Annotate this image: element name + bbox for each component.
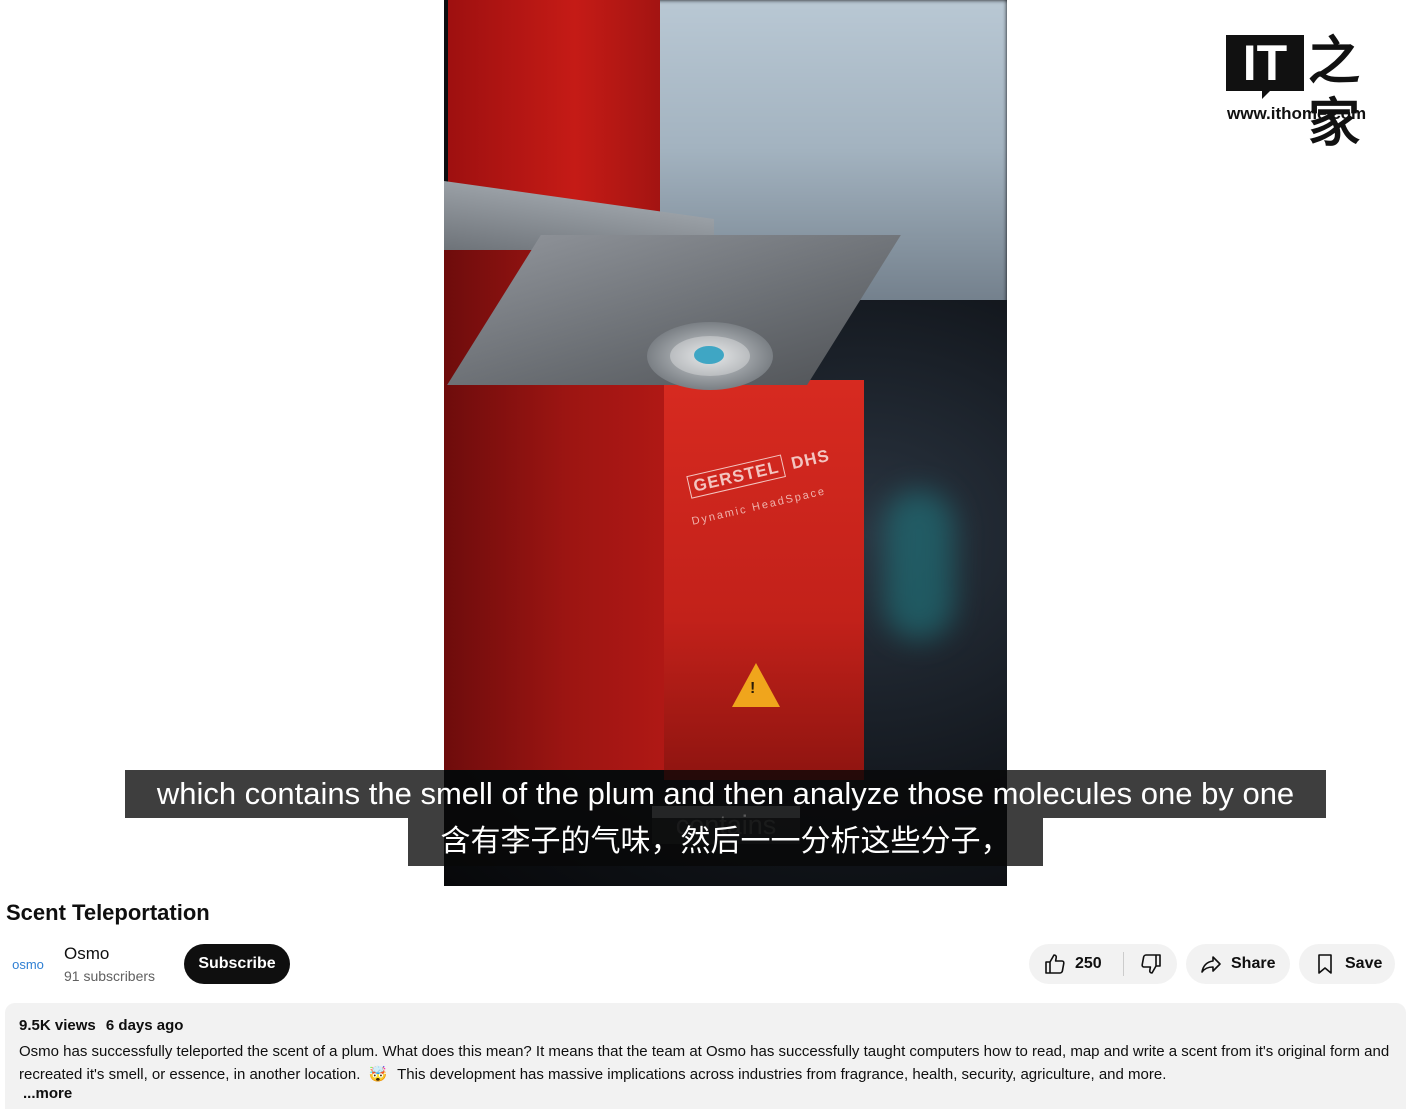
sample-port-dot [694,346,724,364]
description-meta: 9.5K views 6 days ago [19,1017,183,1034]
bookmark-icon [1318,954,1332,974]
video-player[interactable]: GERSTEL DHS Dynamic HeadSpace ! [444,0,1007,886]
like-count: 250 [1075,955,1102,972]
watermark-logo: IT [1226,35,1304,91]
save-button[interactable]: Save [1299,944,1395,984]
share-arrow-icon [1201,956,1221,973]
video-title: Scent Teleportation [6,900,210,925]
upload-age: 6 days ago [105,1017,184,1034]
device-body-front [664,380,864,780]
description-text: Osmo has successfully teleported the sce… [19,1040,1404,1086]
like-dislike-group: 250 [1029,944,1177,984]
share-button[interactable]: Share [1186,944,1290,984]
watermark-logo-tail [1262,91,1270,99]
channel-avatar[interactable]: osmo [8,945,48,985]
show-more-link[interactable]: ...more [23,1085,72,1102]
description-box[interactable]: 9.5K views 6 days ago Osmo has successfu… [5,1003,1406,1109]
view-count: 9.5K views [19,1017,96,1034]
channel-subscriber-count: 91 subscribers [64,968,156,984]
share-label: Share [1231,955,1276,972]
subscribe-button[interactable]: Subscribe [184,944,290,984]
channel-name[interactable]: Osmo [64,944,109,964]
thumbs-down-icon [1140,954,1161,974]
dislike-button[interactable] [1124,944,1177,984]
watermark-han: 之家 [1308,31,1361,154]
like-button[interactable]: 250 [1029,944,1123,984]
watermark-url: www.ithome.com [1227,104,1367,123]
warning-triangle-icon [732,663,780,707]
save-label: Save [1345,955,1383,972]
description-text-part2: This development has massive implication… [397,1066,1167,1083]
mind-blown-emoji-icon: 🤯 [368,1066,388,1083]
caption-chinese: 含有李子的气味，然后一一分析这些分子， [408,818,1043,866]
background-teal-glow [884,490,954,640]
warning-mark-icon: ! [750,680,756,697]
thumbs-up-icon [1045,954,1065,974]
